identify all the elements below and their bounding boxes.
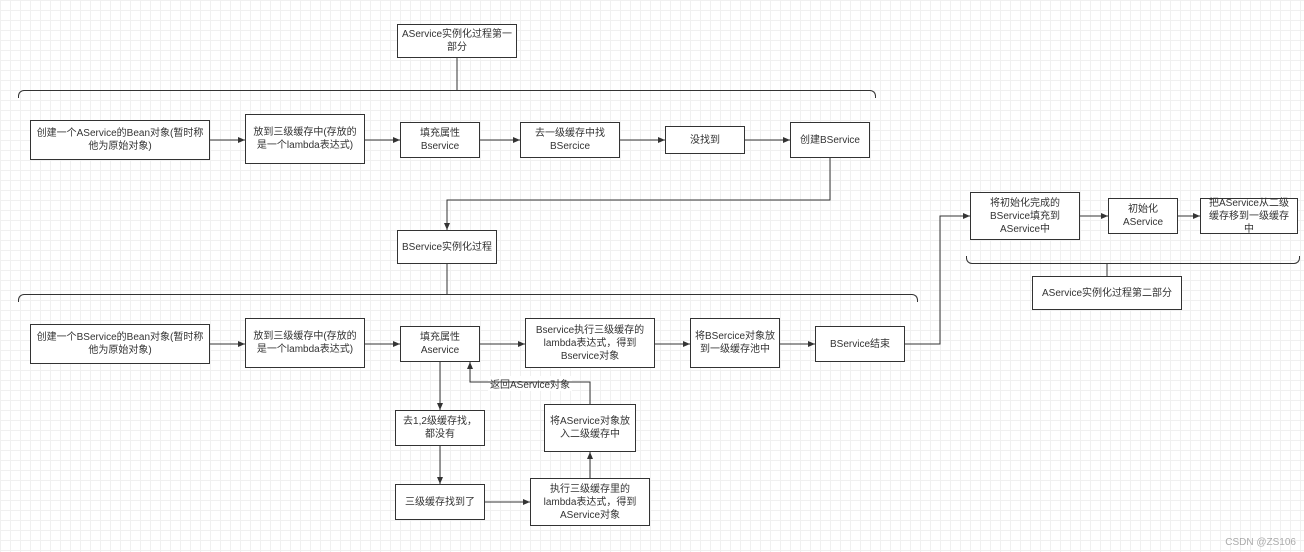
title-part1: AService实例化过程第一部分 [397,24,517,58]
r2-put-l1-bservice: 将BSercice对象放到一级缓存池中 [690,318,780,368]
r2-bservice-end: BService结束 [815,326,905,362]
title-part2: AService实例化过程第二部分 [1032,276,1182,310]
r3-move-l2-to-l1: 把AService从二级缓存移到一级缓存中 [1200,198,1298,234]
r1-create-aservice: 创建一个AService的Bean对象(暂时称他为原始对象) [30,120,210,160]
sub-put-l2-aservice: 将AService对象放入二级缓存中 [544,404,636,452]
brace-bproc [18,294,918,302]
sub-l3-found: 三级缓存找到了 [395,484,485,520]
r2-put-l3-cache: 放到三级缓存中(存放的是一个lambda表达式) [245,318,365,368]
r2-exec-lambda-bservice: Bservice执行三级缓存的lambda表达式，得到Bservice对象 [525,318,655,368]
r3-fill-bservice-into-aservice: 将初始化完成的BService填充到AService中 [970,192,1080,240]
sub-find-l12: 去1,2级缓存找，都没有 [395,410,485,446]
r1-put-l3-cache: 放到三级缓存中(存放的是一个lambda表达式) [245,114,365,164]
r3-init-aservice: 初始化AService [1108,198,1178,234]
bservice-proc-title: BService实例化过程 [397,230,497,264]
r1-find-l1-bservice: 去一级缓存中找BSercice [520,122,620,158]
r1-create-bservice: 创建BService [790,122,870,158]
sub-exec-lambda-aservice: 执行三级缓存里的lambda表达式，得到AService对象 [530,478,650,526]
r1-fill-bservice: 填充属性Bservice [400,122,480,158]
r2-create-bservice-bean: 创建一个BService的Bean对象(暂时称他为原始对象) [30,324,210,364]
watermark: CSDN @ZS106 [1225,537,1296,548]
brace-part2 [966,256,1300,264]
r1-not-found: 没找到 [665,126,745,154]
brace-part1 [18,90,876,98]
edge-return-aservice: 返回AService对象 [488,376,572,391]
r2-fill-aservice: 填充属性Aservice [400,326,480,362]
